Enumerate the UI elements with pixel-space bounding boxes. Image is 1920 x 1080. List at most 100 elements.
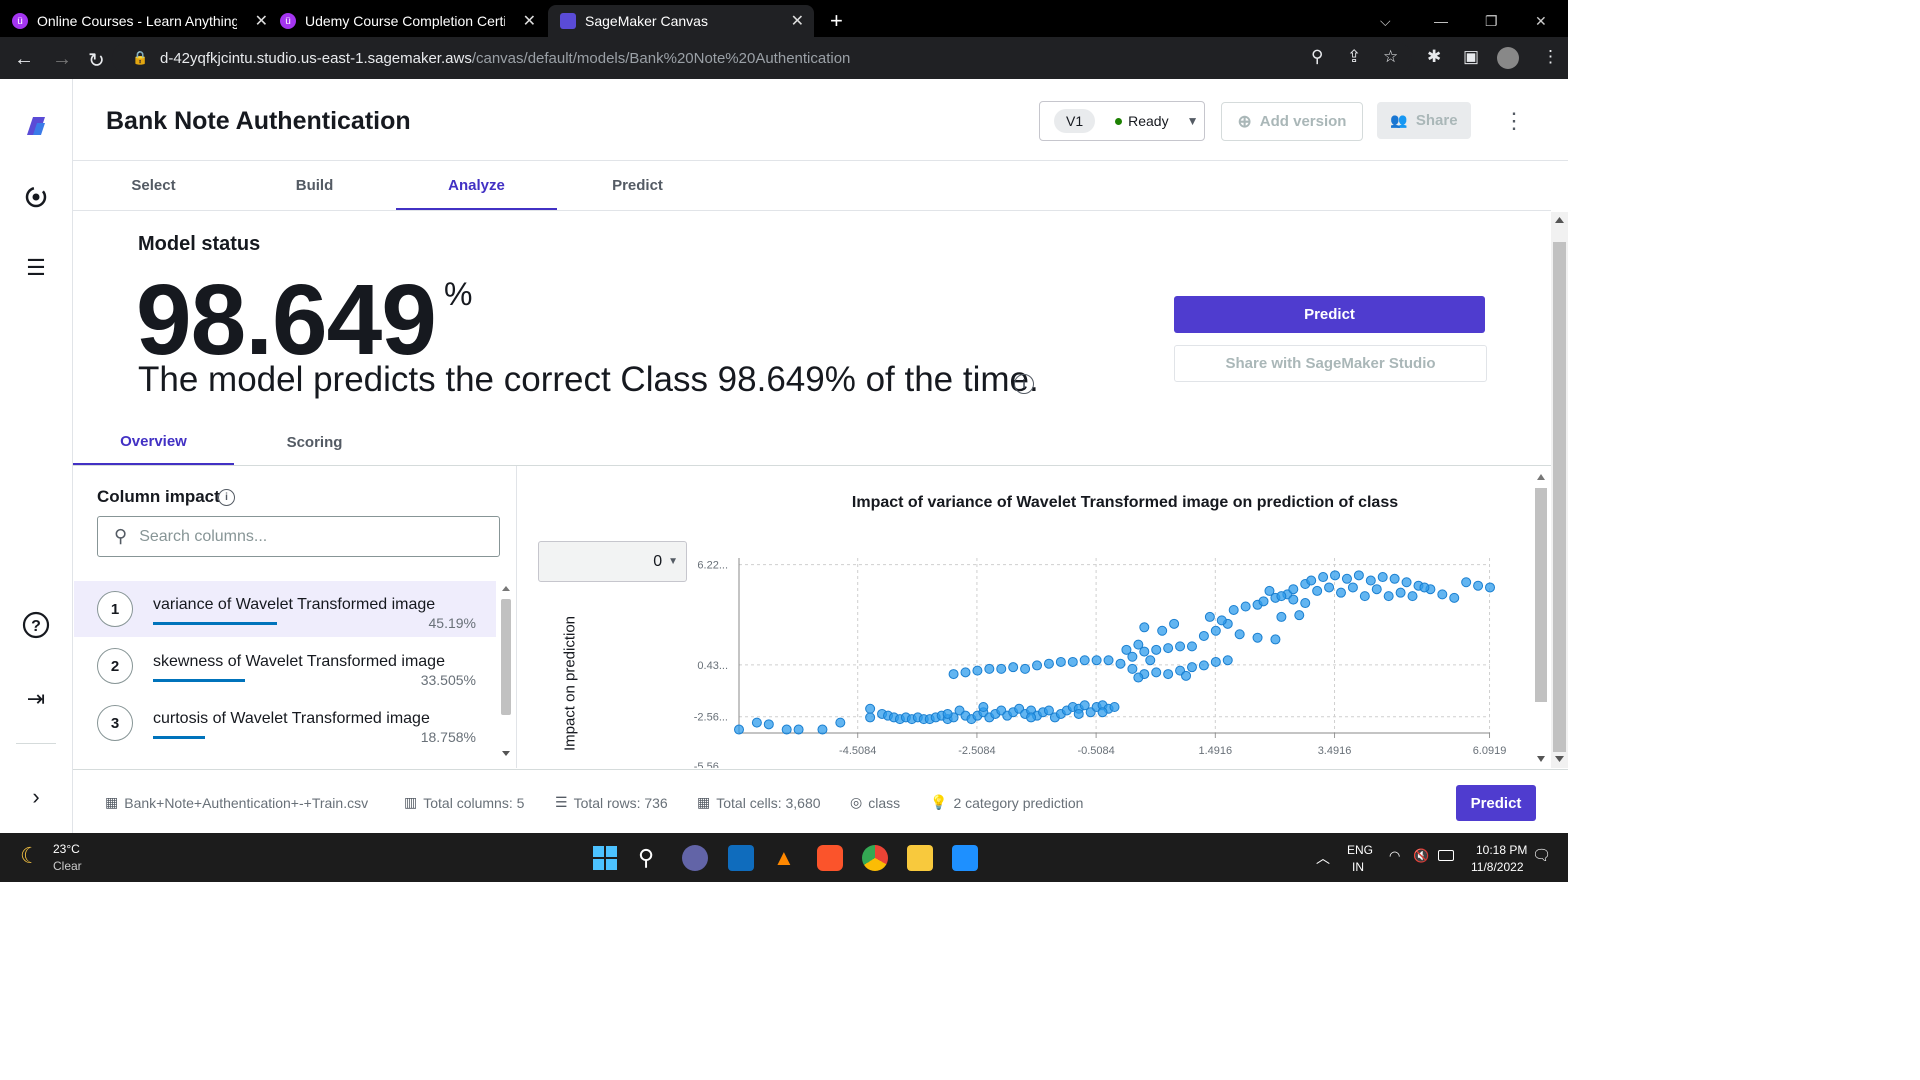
wifi-icon[interactable]: ◠ [1389, 848, 1400, 864]
scatter-point [1306, 575, 1317, 586]
brave-browser-icon[interactable] [817, 845, 843, 871]
side-panel-icon[interactable]: ▣ [1463, 47, 1479, 67]
chrome-menu-icon[interactable]: ⋮ [1542, 47, 1559, 67]
info-icon[interactable]: i [1014, 374, 1034, 394]
tab-analyze[interactable]: Analyze [396, 162, 557, 211]
expand-nav-chevron-icon[interactable]: › [20, 781, 52, 813]
tab-build[interactable]: Build [234, 162, 395, 209]
version-select[interactable]: V1 Ready ▼ [1039, 101, 1205, 141]
photos-icon[interactable] [952, 845, 978, 871]
bookmark-star-icon[interactable]: ☆ [1383, 47, 1398, 67]
browser-tab-online-courses[interactable]: ü Online Courses - Learn Anything, ✕ [12, 5, 278, 37]
close-window-icon[interactable]: ✕ [1535, 5, 1547, 37]
tab-select[interactable]: Select [73, 162, 234, 209]
reload-icon[interactable]: ↻ [88, 48, 105, 73]
footer-predict-button[interactable]: Predict [1456, 785, 1536, 821]
footer-divider [73, 769, 1568, 770]
main-scrollbar[interactable] [1551, 212, 1568, 768]
tab-overview[interactable]: Overview [73, 420, 234, 466]
scatter-point [1103, 655, 1114, 666]
column-impact-item[interactable]: 3 curtosis of Wavelet Transformed image … [74, 695, 496, 751]
share-page-icon[interactable]: ⇪ [1347, 47, 1361, 67]
battery-icon[interactable] [1438, 850, 1454, 861]
scatter-point [1359, 591, 1370, 602]
tab-search-icon[interactable]: ⌵ [1380, 5, 1391, 37]
show-hidden-icons-chevron-icon[interactable]: ︿ [1316, 848, 1330, 868]
predict-button[interactable]: Predict [1174, 296, 1485, 333]
total-columns: Total columns: 5 [423, 794, 525, 811]
column-impact-item[interactable]: 1 variance of Wavelet Transformed image … [74, 581, 496, 637]
browser-tab-bar: ü Online Courses - Learn Anything, ✕ ü U… [0, 0, 1568, 37]
forward-arrow-icon[interactable]: → [52, 48, 72, 71]
info-icon[interactable]: i [218, 489, 235, 506]
models-icon[interactable] [20, 181, 52, 213]
impact-bar [153, 622, 278, 625]
scatter-point [1300, 598, 1311, 609]
share-with-studio-button[interactable]: Share with SageMaker Studio [1174, 345, 1487, 382]
column-list-scrollbar[interactable] [498, 585, 514, 765]
chrome-icon[interactable] [862, 845, 888, 871]
tab-title: SageMaker Canvas [585, 13, 708, 29]
clock-date[interactable]: 11/8/2022 [1471, 860, 1524, 874]
restore-icon[interactable]: ❐ [1485, 5, 1498, 37]
vlc-icon[interactable]: ▲ [773, 845, 799, 871]
scatter-point [972, 665, 983, 676]
file-explorer-icon[interactable] [907, 845, 933, 871]
scatter-point [1216, 615, 1227, 626]
browser-tab-sagemaker-canvas[interactable]: SageMaker Canvas ✕ [548, 5, 814, 37]
mail-icon[interactable] [728, 845, 754, 871]
search-columns-input[interactable] [137, 526, 462, 547]
rank-badge: 3 [97, 705, 133, 741]
share-button[interactable]: 👥 Share [1377, 102, 1471, 139]
close-tab-icon[interactable]: ✕ [791, 11, 804, 31]
column-impact-item[interactable]: 2 skewness of Wavelet Transformed image … [74, 638, 496, 694]
windows-start-icon[interactable] [592, 845, 618, 871]
search-columns-field[interactable]: ⚲ [97, 516, 500, 557]
browser-tab-udemy-certificate[interactable]: ü Udemy Course Completion Certif ✕ [280, 5, 546, 37]
scatter-point [1020, 663, 1031, 674]
impact-bar [153, 736, 205, 739]
speaker-muted-icon[interactable]: 🔇 [1413, 848, 1429, 864]
profile-avatar[interactable] [1497, 47, 1519, 69]
notifications-icon[interactable]: 🗨 [1532, 846, 1551, 864]
language-region[interactable]: IN [1352, 860, 1364, 874]
scatter-point [1335, 587, 1346, 598]
total-rows: Total rows: 736 [573, 794, 668, 811]
class-select[interactable]: 0 ▼ [538, 541, 687, 582]
udemy-favicon-icon: ü [280, 13, 296, 29]
chart-scrollbar[interactable] [1533, 470, 1549, 770]
target-icon: ◎ [850, 794, 863, 810]
help-icon[interactable]: ? [20, 609, 52, 641]
scatter-point [1127, 651, 1138, 662]
language-code[interactable]: ENG [1347, 843, 1373, 857]
back-arrow-icon[interactable]: ← [14, 48, 34, 71]
close-tab-icon[interactable]: ✕ [523, 11, 536, 31]
scatter-point [1210, 656, 1221, 667]
weather-moon-icon[interactable]: ☾ [20, 843, 40, 869]
scatter-point [751, 717, 762, 728]
taskbar-search-icon[interactable]: ⚲ [638, 845, 664, 871]
scatter-point [1032, 660, 1043, 671]
extensions-icon[interactable]: ✱ [1427, 47, 1441, 67]
tab-predict[interactable]: Predict [557, 162, 718, 209]
scatter-point [984, 663, 995, 674]
x-tick-label: 3.4916 [1318, 745, 1352, 757]
canvas-logo-icon[interactable] [20, 110, 52, 142]
more-options-icon[interactable]: ⋮ [1503, 108, 1525, 134]
datasets-list-icon[interactable]: ☰ [20, 252, 52, 284]
scatter-point [1186, 662, 1197, 673]
table-icon: ▦ [105, 794, 119, 810]
clock-time[interactable]: 10:18 PM [1476, 843, 1527, 857]
close-tab-icon[interactable]: ✕ [255, 11, 268, 31]
sign-out-icon[interactable]: ⇥ [20, 683, 52, 715]
zoom-icon[interactable]: ⚲ [1311, 47, 1323, 67]
teams-chat-icon[interactable] [682, 845, 708, 871]
scatter-point [1079, 655, 1090, 666]
scatter-point [1198, 660, 1209, 671]
minimize-icon[interactable]: — [1434, 5, 1448, 37]
tab-scoring[interactable]: Scoring [234, 420, 395, 464]
dataset-info: ▦ Bank+Note+Authentication+-+Train.csv [105, 794, 368, 811]
new-tab-button[interactable]: + [830, 5, 843, 37]
add-version-button[interactable]: ⊕ Add version [1221, 102, 1363, 141]
url-field[interactable]: 🔒 d-42yqfkjcintu.studio.us-east-1.sagema… [112, 42, 1412, 74]
